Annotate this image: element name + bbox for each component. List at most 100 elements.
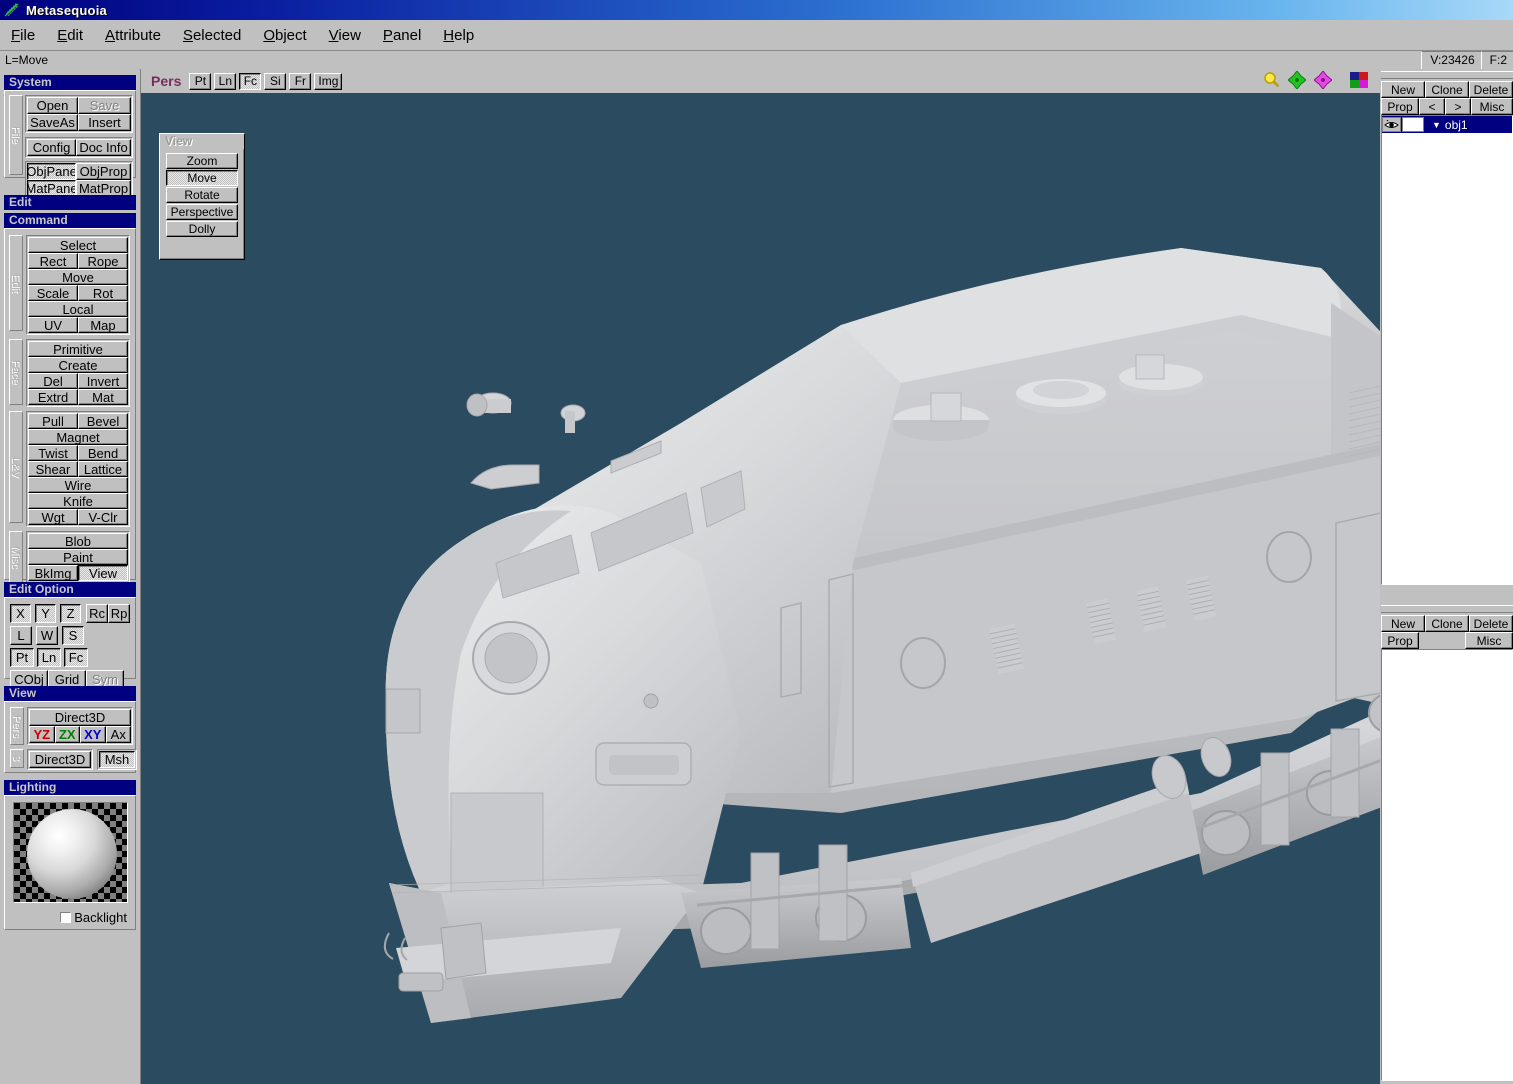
object-next-button[interactable]: > [1445,98,1471,115]
view-zx-button[interactable]: ZX [54,726,80,743]
create-button[interactable]: Create [28,357,128,373]
floating-view-panel[interactable]: View Zoom Move Rotate Perspective Dolly [159,133,245,260]
rope-button[interactable]: Rope [78,253,128,269]
pull-button[interactable]: Pull [28,413,78,429]
bevel-button[interactable]: Bevel [78,413,128,429]
display-si-button[interactable]: Si [264,72,287,90]
material-delete-button[interactable]: Delete [1469,615,1513,632]
doc-info-button[interactable]: Doc Info [76,139,131,156]
object-prop-button[interactable]: Prop [1381,98,1419,115]
object-color-swatch[interactable] [1402,117,1424,132]
display-fc-button[interactable]: Fc [239,72,262,90]
map-button[interactable]: Map [78,317,128,333]
direct3d-small-button[interactable]: Direct3D [29,751,91,768]
objpane-button[interactable]: ObjPane [27,163,77,180]
lattice-button[interactable]: Lattice [78,461,128,477]
view-dolly-button[interactable]: Dolly [166,221,238,237]
vtab-file[interactable]: File [9,95,23,175]
objprop-button[interactable]: ObjProp [76,163,131,180]
open-button[interactable]: Open [27,97,79,114]
view-rotate-button[interactable]: Rotate [166,187,238,203]
rc-toggle[interactable]: Rc [86,604,109,623]
material-misc-button[interactable]: Misc [1465,632,1513,649]
object-misc-button[interactable]: Misc [1471,98,1513,115]
l-toggle[interactable]: L [10,626,32,645]
invert-button[interactable]: Invert [78,373,128,389]
material-clone-button[interactable]: Clone [1425,615,1469,632]
bkimg-button[interactable]: BkImg [28,565,78,581]
object-prev-button[interactable]: < [1419,98,1445,115]
object-new-button[interactable]: New [1381,81,1425,98]
view-command-button[interactable]: View [78,565,128,581]
view-zoom-button[interactable]: Zoom [166,153,238,169]
rotate-axis-icon[interactable] [1313,69,1333,92]
magnifier-icon[interactable] [1263,71,1280,91]
uv-button[interactable]: UV [28,317,78,333]
paint-button[interactable]: Paint [28,549,128,565]
view-yz-button[interactable]: YZ [29,726,55,743]
object-clone-button[interactable]: Clone [1425,81,1469,98]
object-delete-button[interactable]: Delete [1469,81,1513,98]
scale-button[interactable]: Scale [28,285,78,301]
mat-button[interactable]: Mat [78,389,128,405]
select-button[interactable]: Select [28,237,128,253]
w-toggle[interactable]: W [36,626,58,645]
backlight-row[interactable]: Backlight [11,909,129,925]
menu-item-edit[interactable]: Edit [46,24,94,47]
msh-button[interactable]: Msh [99,751,135,768]
display-img-button[interactable]: Img [314,72,343,90]
vtab-pers[interactable]: Pers [10,707,24,745]
menu-item-attribute[interactable]: Attribute [94,24,172,47]
wire-button[interactable]: Wire [28,477,128,493]
material-panel-grip[interactable] [1381,605,1513,613]
menu-item-file[interactable]: File [0,24,46,47]
config-button[interactable]: Config [27,139,77,156]
vtab-3[interactable]: 3 [10,749,24,768]
axis-x-toggle[interactable]: X [10,604,32,623]
object-list[interactable]: ▼ obj1 [1381,115,1513,585]
bend-button[interactable]: Bend [78,445,128,461]
s-toggle[interactable]: S [62,626,84,645]
chevron-down-icon[interactable]: ▼ [1432,120,1441,130]
view-ax-button[interactable]: Ax [105,726,131,743]
menu-item-help[interactable]: Help [432,24,485,47]
material-new-button[interactable]: New [1381,615,1425,632]
save-button[interactable]: Save [78,97,131,114]
viewport-3d-canvas[interactable]: View Zoom Move Rotate Perspective Dolly [141,93,1380,1084]
insert-button[interactable]: Insert [78,114,131,131]
object-list-item-obj1[interactable]: ▼ obj1 [1382,116,1512,133]
menu-item-panel[interactable]: Panel [372,24,432,47]
magnet-button[interactable]: Magnet [28,429,128,445]
vtab-misc[interactable]: Misc [9,531,23,583]
local-button[interactable]: Local [28,301,128,317]
move-button[interactable]: Move [28,269,128,285]
rp-toggle[interactable]: Rp [108,604,130,623]
material-list[interactable] [1381,649,1513,1081]
fc-toggle[interactable]: Fc [64,648,88,667]
rect-button[interactable]: Rect [28,253,78,269]
direct3d-button[interactable]: Direct3D [29,709,131,726]
blob-button[interactable]: Blob [28,533,128,549]
pt-toggle[interactable]: Pt [10,648,34,667]
move-axis-icon[interactable] [1287,69,1307,92]
display-fr-button[interactable]: Fr [289,72,312,90]
view-perspective-button[interactable]: Perspective [166,204,238,220]
extrd-button[interactable]: Extrd [28,389,78,405]
shear-button[interactable]: Shear [28,461,78,477]
display-pt-button[interactable]: Pt [189,72,212,90]
twist-button[interactable]: Twist [28,445,78,461]
wgt-button[interactable]: Wgt [28,509,78,525]
display-ln-button[interactable]: Ln [214,72,237,90]
axis-z-toggle[interactable]: Z [60,604,82,623]
ln-toggle[interactable]: Ln [37,648,61,667]
eye-icon[interactable] [1382,117,1401,132]
primitive-button[interactable]: Primitive [28,341,128,357]
vtab-lv[interactable]: L&V [9,411,23,523]
rot-button[interactable]: Rot [78,285,128,301]
object-panel-grip[interactable] [1381,71,1513,79]
menu-item-object[interactable]: Object [252,24,317,47]
color-palette-icon[interactable] [1350,71,1368,91]
knife-button[interactable]: Knife [28,493,128,509]
light-sphere-preview[interactable] [12,802,128,903]
menu-item-selected[interactable]: Selected [172,24,252,47]
